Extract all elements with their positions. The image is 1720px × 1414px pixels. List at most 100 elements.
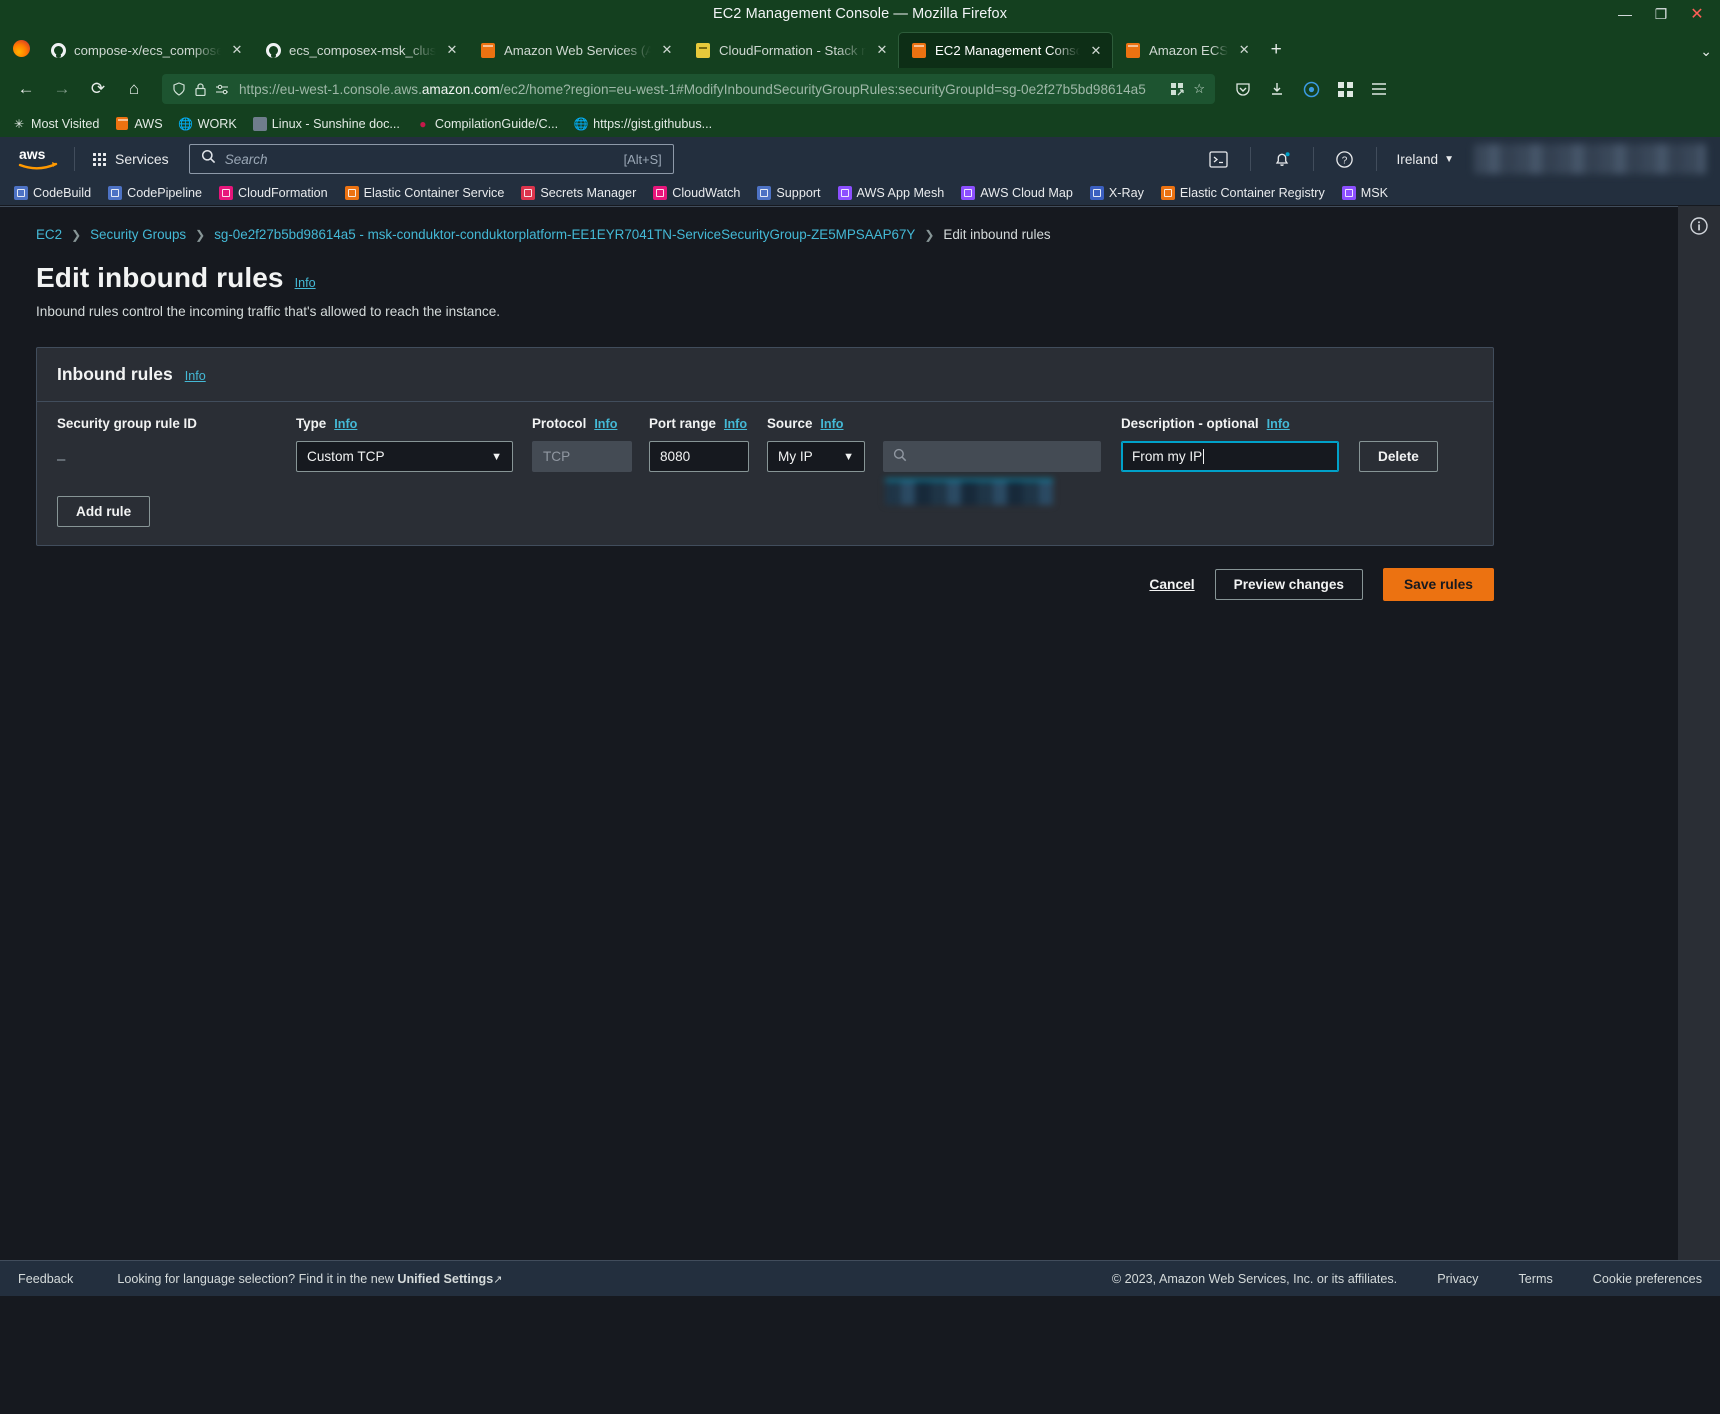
- shortcut-elastic-container-service[interactable]: Elastic Container Service: [344, 186, 504, 200]
- type-info-link[interactable]: Info: [334, 417, 357, 431]
- type-select[interactable]: Custom TCP ▼: [296, 441, 513, 472]
- tab-close-icon[interactable]: ✕: [229, 42, 245, 58]
- source-info-link[interactable]: Info: [820, 417, 843, 431]
- browser-tab-5[interactable]: Amazon ECS ✕: [1113, 32, 1260, 68]
- service-icon: [219, 186, 234, 200]
- protocol-info-link[interactable]: Info: [594, 417, 617, 431]
- globe-icon: 🌐: [178, 116, 194, 131]
- downloads-icon[interactable]: [1261, 73, 1293, 105]
- description-input[interactable]: From my IP: [1121, 441, 1339, 472]
- home-button[interactable]: ⌂: [118, 73, 150, 105]
- forward-button[interactable]: →: [46, 73, 78, 105]
- bookmark-linux-sunshine[interactable]: Linux - Sunshine doc...: [252, 116, 400, 131]
- minimize-button[interactable]: —: [1608, 1, 1642, 27]
- shortcut-support[interactable]: Support: [757, 186, 821, 200]
- save-rules-button[interactable]: Save rules: [1382, 568, 1494, 601]
- tab-close-icon[interactable]: ✕: [444, 42, 460, 58]
- aws-logo-icon[interactable]: aws: [14, 146, 64, 172]
- extensions-icon[interactable]: [1329, 73, 1361, 105]
- source-select[interactable]: My IP ▼: [767, 441, 865, 472]
- shortcut-codebuild[interactable]: CodeBuild: [14, 186, 91, 200]
- services-menu-button[interactable]: Services: [85, 146, 177, 172]
- url-bar[interactable]: https://eu-west-1.console.aws.amazon.com…: [162, 74, 1215, 104]
- tab-close-icon[interactable]: ✕: [1236, 42, 1252, 58]
- browser-tab-1[interactable]: ecs_composex-msk_cluster/co ✕: [253, 32, 468, 68]
- shortcut-cloud-map[interactable]: AWS Cloud Map: [961, 186, 1073, 200]
- browser-tab-0[interactable]: compose-x/ecs_composex: Ma ✕: [38, 32, 253, 68]
- info-panel-rail[interactable]: [1678, 206, 1720, 1296]
- tab-list-chevron-down-icon[interactable]: ⌄: [1700, 43, 1712, 60]
- shortcut-xray[interactable]: X-Ray: [1089, 186, 1144, 200]
- page-title-info-link[interactable]: Info: [295, 276, 316, 290]
- terms-link[interactable]: Terms: [1518, 1272, 1552, 1286]
- source-value-chip[interactable]: [885, 479, 1053, 505]
- unified-settings-link[interactable]: Unified Settings: [397, 1272, 493, 1286]
- shortcut-msk[interactable]: MSK: [1341, 186, 1388, 200]
- panel-info-link[interactable]: Info: [185, 369, 206, 383]
- service-icon: [653, 186, 668, 200]
- bookmark-compilation-guide[interactable]: ● CompilationGuide/C...: [416, 117, 558, 131]
- cookie-preferences-link[interactable]: Cookie preferences: [1593, 1272, 1702, 1286]
- port-range-input[interactable]: 8080: [649, 441, 749, 472]
- reload-button[interactable]: ⟳: [82, 73, 114, 105]
- cloudshell-icon[interactable]: [1198, 144, 1240, 174]
- bookmark-most-visited[interactable]: ✳ Most Visited: [12, 117, 99, 131]
- cancel-button[interactable]: Cancel: [1149, 577, 1194, 592]
- browser-tab-2[interactable]: Amazon Web Services (AWS) ✕: [468, 32, 683, 68]
- maximize-button[interactable]: ❐: [1644, 1, 1678, 27]
- menu-icon[interactable]: [1363, 73, 1395, 105]
- breadcrumb-item-security-group[interactable]: sg-0e2f27b5bd98614a5 - msk-conduktor-con…: [214, 227, 915, 242]
- aws-search-bar[interactable]: Search [Alt+S]: [188, 144, 674, 174]
- form-actions: Cancel Preview changes Save rules: [36, 568, 1494, 601]
- bookmark-aws[interactable]: AWS: [115, 117, 163, 131]
- delete-rule-button[interactable]: Delete: [1359, 441, 1438, 472]
- region-label: Ireland: [1396, 151, 1439, 167]
- bookmark-label: Most Visited: [31, 116, 100, 131]
- bookmark-star-icon[interactable]: ☆: [1193, 81, 1205, 97]
- close-window-button[interactable]: ✕: [1680, 1, 1714, 27]
- source-search-input[interactable]: [883, 441, 1101, 472]
- tab-label: ecs_composex-msk_cluster/co: [289, 42, 436, 58]
- tab-close-icon[interactable]: ✕: [659, 42, 675, 58]
- column-label: Type: [296, 416, 327, 431]
- info-circle-icon[interactable]: [1689, 216, 1709, 1296]
- preview-changes-button[interactable]: Preview changes: [1214, 569, 1363, 600]
- shortcut-cloudwatch[interactable]: CloudWatch: [653, 186, 740, 200]
- breadcrumb-item-security-groups[interactable]: Security Groups: [90, 227, 186, 242]
- shortcut-codepipeline[interactable]: CodePipeline: [108, 186, 202, 200]
- add-rule-button[interactable]: Add rule: [57, 496, 151, 527]
- new-tab-button[interactable]: +: [1260, 32, 1292, 68]
- site-permissions-icon[interactable]: [215, 84, 230, 95]
- breadcrumb-item-ec2[interactable]: EC2: [36, 227, 62, 242]
- panel-header: Inbound rules Info: [37, 348, 1493, 402]
- shortcut-ecr[interactable]: Elastic Container Registry: [1160, 186, 1325, 200]
- browser-tab-4[interactable]: EC2 Management Console ✕: [898, 32, 1113, 68]
- bookmark-gist[interactable]: 🌐 https://gist.githubus...: [574, 117, 712, 131]
- description-info-link[interactable]: Info: [1267, 417, 1290, 431]
- privacy-link[interactable]: Privacy: [1437, 1272, 1478, 1286]
- back-button[interactable]: ←: [10, 73, 42, 105]
- shortcut-secrets-manager[interactable]: Secrets Manager: [521, 186, 636, 200]
- url-domain-prefix: https://eu-west-1.console.aws.: [239, 81, 422, 97]
- reader-view-icon[interactable]: [1170, 82, 1184, 96]
- region-selector[interactable]: Ireland ▼: [1387, 152, 1464, 167]
- tab-close-icon[interactable]: ✕: [1088, 43, 1104, 59]
- account-menu[interactable]: [1474, 144, 1706, 174]
- help-icon[interactable]: ?: [1324, 144, 1366, 174]
- account-icon[interactable]: [1295, 73, 1327, 105]
- cloudformation-icon: [695, 42, 711, 58]
- bell-icon[interactable]: [1261, 144, 1303, 174]
- port-info-link[interactable]: Info: [724, 417, 747, 431]
- shortcut-cloudformation[interactable]: CloudFormation: [219, 186, 328, 200]
- bookmark-work[interactable]: 🌐 WORK: [178, 116, 237, 131]
- shield-icon[interactable]: [172, 82, 186, 96]
- column-label: Port range: [649, 416, 716, 431]
- shortcut-app-mesh[interactable]: AWS App Mesh: [837, 186, 944, 200]
- tab-close-icon[interactable]: ✕: [874, 42, 890, 58]
- search-input[interactable]: Search: [225, 152, 615, 167]
- feedback-link[interactable]: Feedback: [18, 1272, 73, 1286]
- browser-tab-3[interactable]: CloudFormation - Stack msk-c ✕: [683, 32, 898, 68]
- pocket-icon[interactable]: [1227, 73, 1259, 105]
- lock-icon[interactable]: [195, 82, 206, 96]
- service-icon: [108, 186, 123, 200]
